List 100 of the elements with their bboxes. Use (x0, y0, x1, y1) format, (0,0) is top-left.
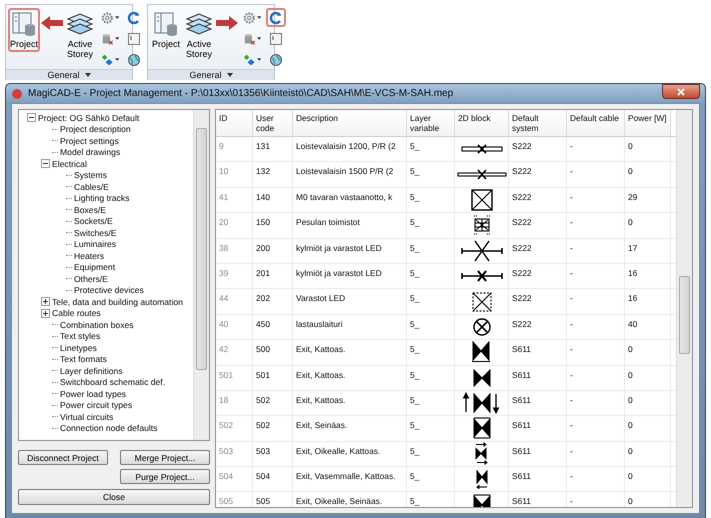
tree-item[interactable]: Switches/E (74, 228, 117, 238)
expand-toggle[interactable] (41, 159, 52, 168)
table-cell: S222 (509, 213, 567, 238)
tree-item[interactable]: Switchboard schematic def. (60, 377, 166, 388)
gear-icon (101, 10, 114, 24)
table-cell: 16 (625, 289, 671, 314)
caret-icon (114, 58, 119, 62)
close-button[interactable] (662, 84, 700, 99)
panel-footer[interactable]: General (148, 69, 274, 80)
table-cell: S611 (509, 467, 567, 492)
table-cell: 41 (216, 188, 253, 212)
table-cell: 0 (625, 137, 671, 162)
tree-item[interactable]: Luminaires (74, 239, 116, 250)
table-cell: 16 (625, 264, 671, 288)
table-cell: 503 (216, 442, 253, 466)
close-dialog-button[interactable]: Close (18, 489, 210, 505)
window-icon (127, 32, 141, 46)
table-cell: 504 (253, 467, 293, 492)
tree-item[interactable]: Cable routes (52, 308, 101, 318)
column-header[interactable]: Power [W] (625, 110, 671, 136)
tree-item[interactable]: Equipment (74, 262, 116, 272)
table-cell: - (567, 238, 625, 263)
table-cell: 5_ (407, 442, 455, 466)
column-header[interactable]: Description (293, 110, 407, 136)
column-header[interactable]: Default cable (567, 110, 625, 136)
ribbon-button[interactable]: Active Storey (183, 8, 215, 62)
tree-item[interactable]: Lighting tracks (74, 193, 130, 204)
tree-item[interactable]: Linetypes (60, 342, 97, 353)
column-header[interactable]: User code (253, 110, 293, 136)
table-cell: 5_ (407, 137, 455, 162)
caret-icon (84, 73, 91, 77)
tree-item[interactable]: Systems (74, 170, 107, 180)
refresh-icon (127, 10, 141, 24)
tree-item[interactable]: Tele, data and building automation (52, 296, 183, 307)
tree-item[interactable]: Boxes/E (74, 204, 106, 215)
table-cell: S222 (509, 314, 567, 340)
table-cell: 38 (216, 238, 253, 263)
table-cell: 504 (216, 467, 253, 492)
table-cell: 502 (253, 416, 293, 441)
column-header[interactable]: Default system (509, 110, 567, 136)
tree-item[interactable]: Virtual circuits (60, 412, 114, 422)
tree-item[interactable]: Heaters (74, 250, 104, 261)
tree-item[interactable]: Project description (60, 124, 131, 134)
tree-item[interactable]: Protective devices (74, 285, 144, 296)
tree-item[interactable]: Project: OG Sähkö Default (38, 112, 140, 123)
panel-footer[interactable]: General (6, 69, 132, 80)
table-cell: 5_ (407, 289, 455, 314)
expand-toggle[interactable] (27, 113, 38, 122)
ribbon-small-button[interactable] (266, 8, 286, 27)
tree-item[interactable]: Model drawings (60, 147, 120, 158)
table-cell: 40 (216, 314, 253, 340)
scrollbar[interactable] (193, 110, 209, 440)
tree-item[interactable]: Project settings (60, 136, 119, 146)
tree-item[interactable]: Text formats (60, 354, 107, 364)
column-header[interactable]: 2D block (455, 110, 509, 136)
table-cell: - (567, 492, 625, 507)
table-cell: S611 (509, 366, 567, 390)
table-cell: S611 (509, 390, 567, 416)
table-cell: 5_ (407, 390, 455, 416)
table-cell: lastauslaituri (293, 314, 407, 340)
scrollbar[interactable] (676, 110, 692, 507)
table-cell: 502 (253, 390, 293, 416)
tree-item[interactable]: Power load types (60, 388, 126, 399)
tree-item[interactable]: Layer definitions (60, 366, 123, 376)
column-header[interactable]: Layer variable (407, 110, 455, 136)
disconnect-project-button[interactable]: Disconnect Project (18, 450, 108, 465)
caret-icon (256, 58, 261, 62)
ribbon-button[interactable]: Active Storey (64, 8, 96, 62)
expand-toggle[interactable] (41, 308, 52, 318)
table-cell: 5_ (407, 264, 455, 288)
expand-toggle[interactable] (41, 297, 52, 306)
table-cell: - (567, 314, 625, 340)
purge-project-button[interactable]: Purge Project... (120, 469, 210, 484)
table-cell: 40 (625, 314, 671, 340)
tree-item[interactable]: Text styles (60, 331, 100, 342)
table-cell: Exit, Seinäas. (293, 416, 407, 441)
column-header[interactable]: ID (216, 110, 253, 136)
table-cell: 450 (253, 314, 293, 340)
caret-icon (256, 36, 261, 40)
table-cell: 5_ (407, 492, 455, 507)
table-cell: S222 (509, 137, 567, 162)
table-cell: Exit, Kattoas. (293, 340, 407, 365)
tree-item[interactable]: Combination boxes (60, 320, 134, 330)
ribbon-button[interactable]: Project (8, 8, 40, 52)
tree-item[interactable]: Connection node defaults (60, 423, 158, 434)
table-cell: 5_ (407, 238, 455, 263)
tree-item[interactable]: Cables/E (74, 182, 109, 192)
layers-icon (66, 11, 94, 37)
diamonds-icon (101, 52, 114, 66)
table-cell: 201 (253, 264, 293, 288)
table-cell: 9 (216, 137, 253, 162)
table-cell: S222 (509, 289, 567, 314)
table-cell: 5_ (407, 467, 455, 492)
ribbon-button[interactable]: Project (150, 8, 182, 52)
tree-item[interactable]: Power circuit types (60, 400, 132, 410)
tree-item[interactable]: Electrical (52, 158, 87, 169)
merge-project-button[interactable]: Merge Project... (120, 450, 210, 465)
tree-item[interactable]: Others/E (74, 274, 108, 284)
table-cell: S611 (509, 492, 567, 507)
tree-item[interactable]: Sockets/E (74, 216, 113, 226)
